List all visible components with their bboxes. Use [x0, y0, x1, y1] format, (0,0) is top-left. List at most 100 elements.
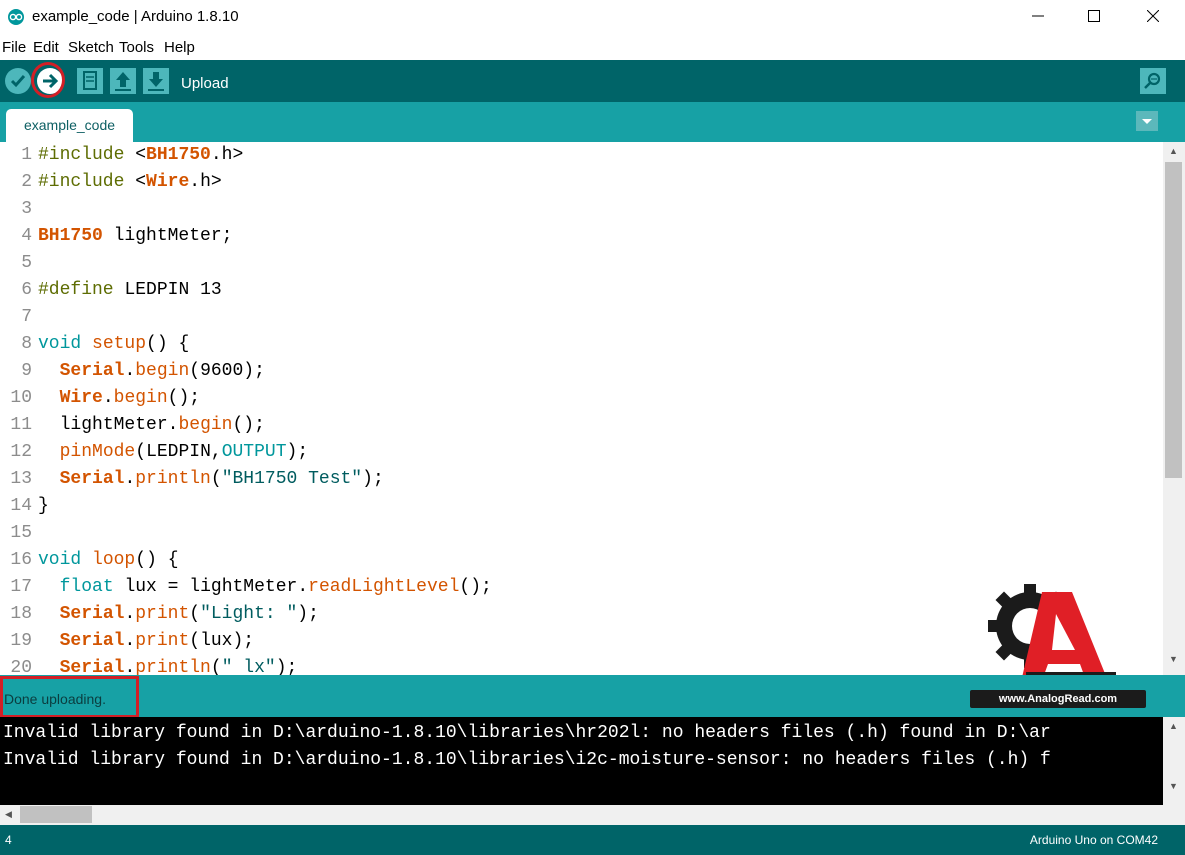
- maximize-icon: [1088, 10, 1100, 22]
- code-line[interactable]: 1 #include <BH1750.h>: [0, 145, 243, 172]
- line-number: 1: [21, 145, 32, 165]
- scroll-up-icon[interactable]: ▲: [1169, 146, 1178, 156]
- code-text: Serial.print("Light: ");: [59, 604, 319, 624]
- code-line[interactable]: 6 #define LEDPIN 13: [0, 280, 222, 307]
- footer-bar: [0, 825, 1185, 855]
- status-highlight-box: [0, 676, 139, 718]
- code-text: lightMeter.begin();: [59, 415, 265, 435]
- minimize-button[interactable]: [1015, 0, 1061, 32]
- code-line[interactable]: 4 BH1750 lightMeter;: [0, 226, 232, 253]
- code-line[interactable]: 15: [0, 523, 38, 550]
- arduino-logo-icon: [8, 9, 24, 25]
- line-number: 15: [10, 523, 32, 543]
- console-horizontal-scrollbar[interactable]: ◀: [0, 805, 1163, 825]
- code-text: #include <BH1750.h>: [38, 145, 244, 165]
- line-number: 13: [10, 469, 32, 489]
- console-scroll-thumb[interactable]: [20, 806, 92, 823]
- toolbar-hover-label: Upload: [181, 75, 229, 92]
- scroll-up-icon[interactable]: ▲: [1169, 721, 1178, 731]
- scroll-left-icon[interactable]: ◀: [5, 809, 12, 820]
- console-line: Invalid library found in D:\arduino-1.8.…: [3, 723, 1051, 743]
- code-line[interactable]: 17 float lux = lightMeter.readLightLevel…: [0, 577, 492, 604]
- code-line[interactable]: 19 Serial.print(lux);: [0, 631, 254, 658]
- code-text: void loop() {: [38, 550, 179, 570]
- code-line[interactable]: 11 lightMeter.begin();: [0, 415, 265, 442]
- chevron-down-icon: [1142, 119, 1152, 124]
- code-text: BH1750 lightMeter;: [38, 226, 233, 246]
- tab-bar: example_code: [0, 102, 1185, 142]
- code-line[interactable]: 2 #include <Wire.h>: [0, 172, 222, 199]
- menu-bar: File Edit Sketch Tools Help: [0, 36, 1185, 60]
- line-number: 14: [10, 496, 32, 516]
- menu-help[interactable]: Help: [164, 39, 195, 56]
- menu-file[interactable]: File: [2, 39, 26, 56]
- code-text: pinMode(LEDPIN,OUTPUT);: [59, 442, 309, 462]
- code-line[interactable]: 12 pinMode(LEDPIN,OUTPUT);: [0, 442, 308, 469]
- save-icon[interactable]: [142, 67, 170, 95]
- line-number: 11: [10, 415, 32, 435]
- line-number: 9: [21, 361, 32, 381]
- toolbar: Upload: [0, 60, 1185, 102]
- console-output[interactable]: Invalid library found in D:\arduino-1.8.…: [0, 717, 1163, 805]
- close-button[interactable]: [1130, 0, 1176, 32]
- code-text: float lux = lightMeter.readLightLevel();: [59, 577, 492, 597]
- title-bar: example_code | Arduino 1.8.10: [0, 0, 1185, 34]
- serial-monitor-icon[interactable]: [1139, 67, 1167, 95]
- code-line[interactable]: 5: [0, 253, 38, 280]
- tab-label: example_code: [23, 117, 116, 133]
- open-icon[interactable]: [109, 67, 137, 95]
- line-number: 6: [21, 280, 32, 300]
- code-line[interactable]: 20 Serial.println(" lx");: [0, 658, 297, 675]
- editor-scroll-thumb[interactable]: [1165, 162, 1182, 478]
- current-line: 4: [5, 833, 12, 847]
- code-text: void setup() {: [38, 334, 190, 354]
- code-line[interactable]: 14}: [0, 496, 49, 523]
- tab-menu-button[interactable]: [1136, 111, 1158, 131]
- console-line: Invalid library found in D:\arduino-1.8.…: [3, 750, 1051, 770]
- code-text: Wire.begin();: [59, 388, 201, 408]
- code-line[interactable]: 16 void loop() {: [0, 550, 179, 577]
- code-text: #include <Wire.h>: [38, 172, 222, 192]
- board-port-status: Arduino Uno on COM42: [1029, 833, 1158, 847]
- line-number: 20: [10, 658, 32, 675]
- new-icon[interactable]: [76, 67, 104, 95]
- code-text: Serial.begin(9600);: [59, 361, 265, 381]
- code-line[interactable]: 3: [0, 199, 38, 226]
- menu-tools[interactable]: Tools: [119, 39, 154, 56]
- code-line[interactable]: 10 Wire.begin();: [0, 388, 200, 415]
- line-number: 3: [21, 199, 32, 219]
- window-title: example_code | Arduino 1.8.10: [32, 8, 239, 25]
- scroll-down-icon[interactable]: ▼: [1169, 781, 1178, 791]
- line-number: 10: [10, 388, 32, 408]
- menu-sketch[interactable]: Sketch: [68, 39, 114, 56]
- scroll-down-icon[interactable]: ▼: [1169, 654, 1178, 664]
- menu-edit[interactable]: Edit: [33, 39, 59, 56]
- upload-highlight-circle: [31, 62, 65, 98]
- verify-icon[interactable]: [4, 67, 32, 95]
- line-number: 2: [21, 172, 32, 192]
- line-number: 12: [10, 442, 32, 462]
- watermark-url: www.AnalogRead.com: [970, 690, 1146, 708]
- tab-example-code[interactable]: example_code: [6, 109, 133, 142]
- line-number: 4: [21, 226, 32, 246]
- code-text: Serial.print(lux);: [59, 631, 255, 651]
- code-text: Serial.println(" lx");: [59, 658, 298, 675]
- code-text: #define LEDPIN 13: [38, 280, 222, 300]
- code-line[interactable]: 7: [0, 307, 38, 334]
- maximize-button[interactable]: [1071, 0, 1117, 32]
- line-number: 19: [10, 631, 32, 651]
- line-number: 5: [21, 253, 32, 273]
- console-vertical-scrollbar[interactable]: ▲ ▼: [1163, 717, 1185, 825]
- code-text: Serial.println("BH1750 Test");: [59, 469, 384, 489]
- code-line[interactable]: 13 Serial.println("BH1750 Test");: [0, 469, 384, 496]
- code-text: }: [38, 496, 49, 516]
- code-line[interactable]: 18 Serial.print("Light: ");: [0, 604, 319, 631]
- line-number: 18: [10, 604, 32, 624]
- code-line[interactable]: 8 void setup() {: [0, 334, 189, 361]
- code-line[interactable]: 9 Serial.begin(9600);: [0, 361, 265, 388]
- minimize-icon: [1032, 15, 1044, 17]
- line-number: 7: [21, 307, 32, 327]
- close-icon: [1147, 10, 1159, 22]
- line-number: 16: [10, 550, 32, 570]
- line-number: 17: [10, 577, 32, 597]
